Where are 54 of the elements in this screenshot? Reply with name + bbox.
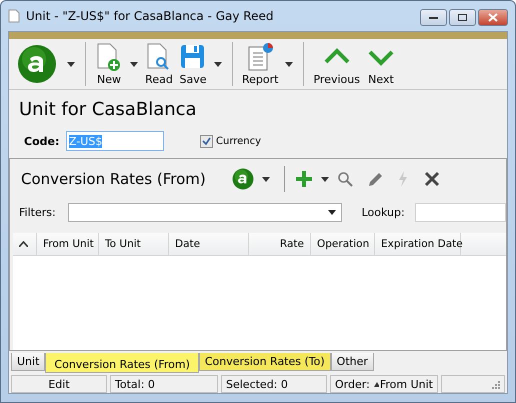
caret-icon[interactable] (214, 62, 222, 66)
caret-icon[interactable] (285, 62, 294, 66)
search-icon[interactable] (336, 171, 353, 187)
read-button[interactable]: Read (142, 40, 176, 88)
new-document-icon (95, 42, 123, 72)
lookup-label: Lookup: (362, 206, 405, 218)
caret-icon[interactable] (262, 176, 270, 182)
tab[interactable]: Unit (11, 353, 46, 371)
column-header[interactable]: To Unit (99, 233, 169, 255)
previous-button[interactable]: Previous (310, 40, 363, 88)
tab[interactable]: Conversion Rates (To) (198, 353, 331, 371)
new-button[interactable]: New (92, 40, 126, 88)
lookup-field[interactable] (414, 202, 506, 222)
plus-icon[interactable] (294, 170, 313, 188)
document-icon (8, 9, 20, 23)
report-button[interactable]: Report (239, 40, 282, 88)
selected-status: Selected: 0 (221, 375, 327, 393)
currency-label: Currency (216, 136, 262, 146)
order-value: From Unit (380, 378, 433, 390)
resize-grip-icon[interactable] (490, 379, 500, 389)
minimize-icon (429, 16, 438, 20)
caret-icon[interactable] (67, 62, 75, 66)
maximize-icon (458, 14, 467, 21)
code-label: Code: (24, 134, 60, 148)
currency-checkbox[interactable] (200, 134, 213, 148)
minimize-button[interactable] (420, 9, 447, 26)
caret-icon[interactable] (320, 176, 329, 182)
caret-icon[interactable] (130, 62, 138, 66)
delete-icon[interactable] (424, 171, 440, 187)
close-icon (488, 13, 498, 22)
next-button[interactable]: Next (362, 40, 399, 88)
logo-icon[interactable] (17, 44, 57, 84)
save-button[interactable]: Save (176, 40, 210, 88)
filters-label: Filters: (19, 206, 56, 218)
column-header[interactable]: Operation (311, 233, 375, 255)
maximize-button[interactable] (449, 9, 476, 26)
column-header[interactable]: Rate (249, 233, 311, 255)
window-title: Unit - "Z-US$" for CasaBlanca - Gay Reed (26, 9, 274, 23)
sort-arrow-icon (374, 382, 379, 386)
caret-icon (328, 210, 336, 214)
order-label: Order: (335, 378, 370, 390)
column-header[interactable]: Expiration Date (375, 233, 461, 255)
logo-icon[interactable] (232, 168, 254, 190)
column-header[interactable]: Date (169, 233, 249, 255)
sort-ascending-icon[interactable] (19, 241, 28, 247)
mode-status: Edit (11, 375, 107, 393)
form-heading: Unit for CasaBlanca (19, 99, 198, 120)
panel-title: Conversion Rates (From) (21, 170, 206, 188)
close-button[interactable] (478, 9, 508, 26)
tab[interactable]: Conversion Rates (From) (45, 353, 199, 373)
tab[interactable]: Other (330, 353, 374, 371)
pencil-icon[interactable] (366, 170, 384, 188)
column-header[interactable]: From Unit (37, 233, 99, 255)
total-status: Total: 0 (110, 375, 218, 393)
